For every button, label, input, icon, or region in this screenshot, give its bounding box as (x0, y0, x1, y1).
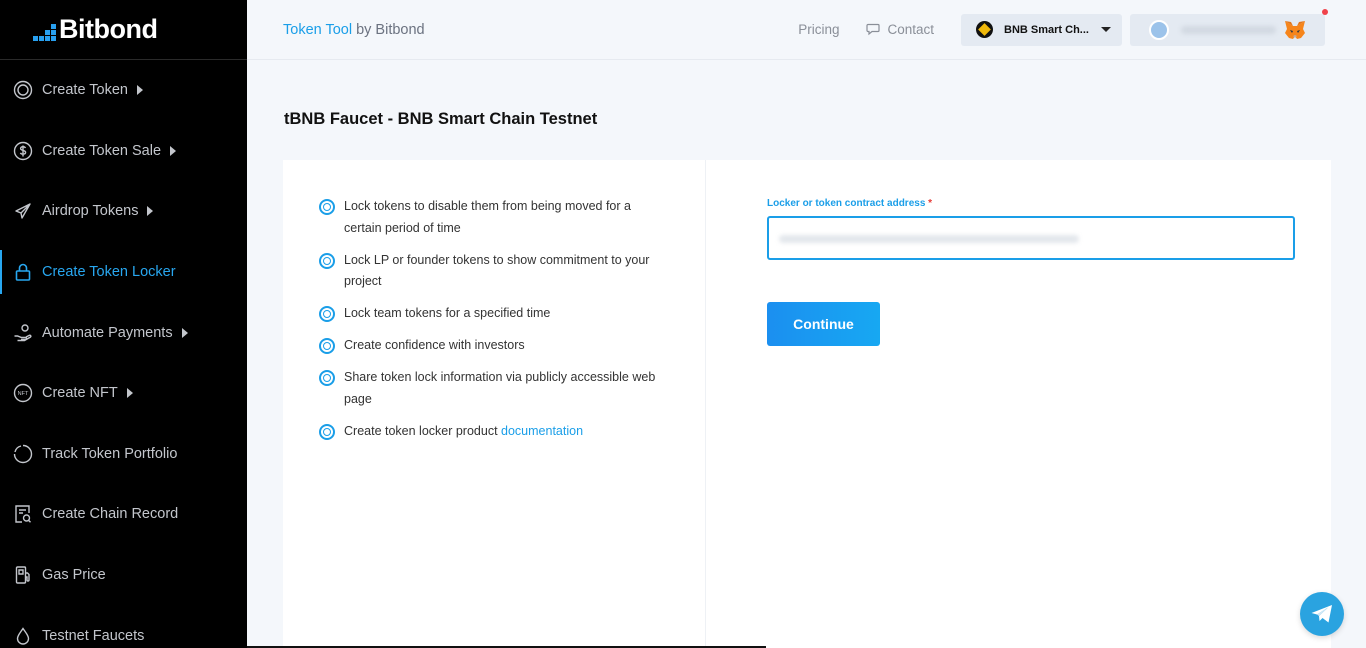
sidebar-item-create-chain-record[interactable]: Create Chain Record (0, 484, 247, 545)
sidebar-item-create-token-locker[interactable]: Create Token Locker (0, 242, 247, 303)
caret-right-icon (126, 388, 133, 399)
svg-text:NFT: NFT (18, 391, 29, 397)
feature-list: Lock tokens to disable them from being m… (319, 196, 664, 453)
documentation-link[interactable]: documentation (501, 424, 583, 438)
brand-by: by Bitbond (352, 21, 425, 38)
sidebar-item-track-token-portfolio[interactable]: Track Token Portfolio (0, 424, 247, 485)
logo-mark-icon (33, 24, 56, 41)
send-icon (13, 201, 33, 221)
sidebar-item-gas-price[interactable]: Gas Price (0, 545, 247, 606)
sidebar-item-label: Create Token Locker (42, 264, 176, 281)
bnb-chain-icon (976, 21, 993, 38)
doc-prefix: Create token locker product (344, 423, 502, 438)
sidebar-item-automate-payments[interactable]: Automate Payments (0, 302, 247, 363)
wallet-address-blurred (1181, 25, 1276, 34)
sidebar-item-create-token[interactable]: Create Token (0, 60, 247, 121)
bitbond-logo[interactable]: Bitbond (0, 0, 247, 60)
contract-address-input[interactable] (767, 216, 1295, 260)
address-field-label: Locker or token contract address * (767, 198, 932, 209)
logo-text: Bitbond (59, 14, 158, 44)
sidebar-item-create-token-sale[interactable]: Create Token Sale (0, 121, 247, 182)
check-circle-icon (319, 252, 335, 269)
feature-text: Create confidence with investors (344, 338, 525, 352)
continue-button[interactable]: Continue (767, 302, 880, 346)
contact-link[interactable]: Contact (866, 22, 934, 37)
feature-text: Lock tokens to disable them from being m… (344, 199, 631, 235)
nft-icon: NFT (13, 383, 33, 403)
feature-text: Lock LP or founder tokens to show commit… (344, 252, 650, 289)
caret-right-icon (170, 145, 177, 156)
feature-text: Share token lock information via publicl… (344, 370, 656, 406)
list-item: Lock team tokens for a specified time (319, 303, 664, 325)
feature-text: Lock team tokens for a specified time (344, 306, 551, 320)
sidebar-item-testnet-faucets[interactable]: Testnet Faucets (0, 605, 247, 648)
sidebar-item-label: Create Token (42, 82, 128, 99)
chevron-down-icon (1101, 27, 1111, 32)
telegram-icon (1311, 605, 1332, 623)
sidebar-item-label: Airdrop Tokens (42, 203, 139, 220)
check-circle-icon (319, 199, 335, 215)
sidebar: Bitbond Create Token Create Token Sale A… (0, 0, 247, 648)
sidebar-item-airdrop-tokens[interactable]: Airdrop Tokens (0, 181, 247, 242)
feature-text: Create token locker product documentatio… (344, 421, 583, 443)
check-circle-icon (319, 306, 335, 322)
gas-pump-icon (13, 565, 33, 585)
sidebar-nav: Create Token Create Token Sale Airdrop T… (0, 60, 247, 648)
sidebar-item-label: Create Token Sale (42, 142, 162, 159)
sidebar-item-label: Create NFT (42, 385, 118, 402)
caret-right-icon (136, 85, 143, 96)
telegram-button[interactable] (1300, 592, 1344, 636)
record-icon (13, 504, 33, 524)
list-item: Create token locker product documentatio… (319, 421, 664, 443)
top-header: Token Tool by Bitbond Pricing Contact BN… (247, 0, 1366, 60)
sidebar-item-label: Create Chain Record (42, 506, 179, 523)
contact-label: Contact (887, 22, 934, 37)
wallet-button[interactable] (1130, 8, 1328, 46)
address-label-text: Locker or token contract address (767, 198, 926, 209)
token-locker-card: Lock tokens to disable them from being m… (283, 160, 1331, 648)
coin-icon (13, 80, 33, 100)
header-right: Pricing Contact BNB Smart Ch... (798, 8, 1366, 46)
check-circle-icon (319, 338, 335, 354)
metamask-fox-icon (1285, 20, 1305, 39)
hand-coin-icon (13, 323, 33, 343)
page-title: tBNB Faucet - BNB Smart Chain Testnet (284, 110, 598, 128)
list-item: Lock LP or founder tokens to show commit… (319, 250, 664, 293)
network-selector[interactable]: BNB Smart Ch... (961, 13, 1122, 46)
check-circle-icon (319, 423, 335, 440)
sidebar-item-label: Automate Payments (42, 324, 173, 341)
caret-right-icon (147, 206, 154, 217)
pricing-link[interactable]: Pricing (798, 22, 839, 37)
caret-right-icon (181, 327, 188, 338)
dollar-icon (13, 141, 33, 161)
required-mark: * (928, 198, 933, 209)
pie-icon (13, 444, 33, 464)
network-name: BNB Smart Ch... (1004, 23, 1089, 36)
brand-tool-name: Token Tool (283, 21, 353, 38)
check-circle-icon (319, 370, 335, 386)
avatar (1149, 19, 1169, 40)
sidebar-item-label: Gas Price (42, 567, 106, 584)
lock-icon (13, 262, 33, 282)
sidebar-item-create-nft[interactable]: NFT Create NFT (0, 363, 247, 424)
brand-title[interactable]: Token Tool by Bitbond (283, 22, 425, 38)
sidebar-item-label: Testnet Faucets (42, 627, 145, 644)
chat-bubble-icon (866, 23, 881, 36)
list-item: Share token lock information via publicl… (319, 367, 664, 410)
notification-dot (1322, 8, 1328, 15)
list-item: Create confidence with investors (319, 335, 664, 357)
drop-icon (13, 626, 33, 646)
feature-panel: Lock tokens to disable them from being m… (283, 160, 706, 648)
sidebar-item-label: Track Token Portfolio (42, 445, 178, 462)
list-item: Lock tokens to disable them from being m… (319, 196, 664, 239)
